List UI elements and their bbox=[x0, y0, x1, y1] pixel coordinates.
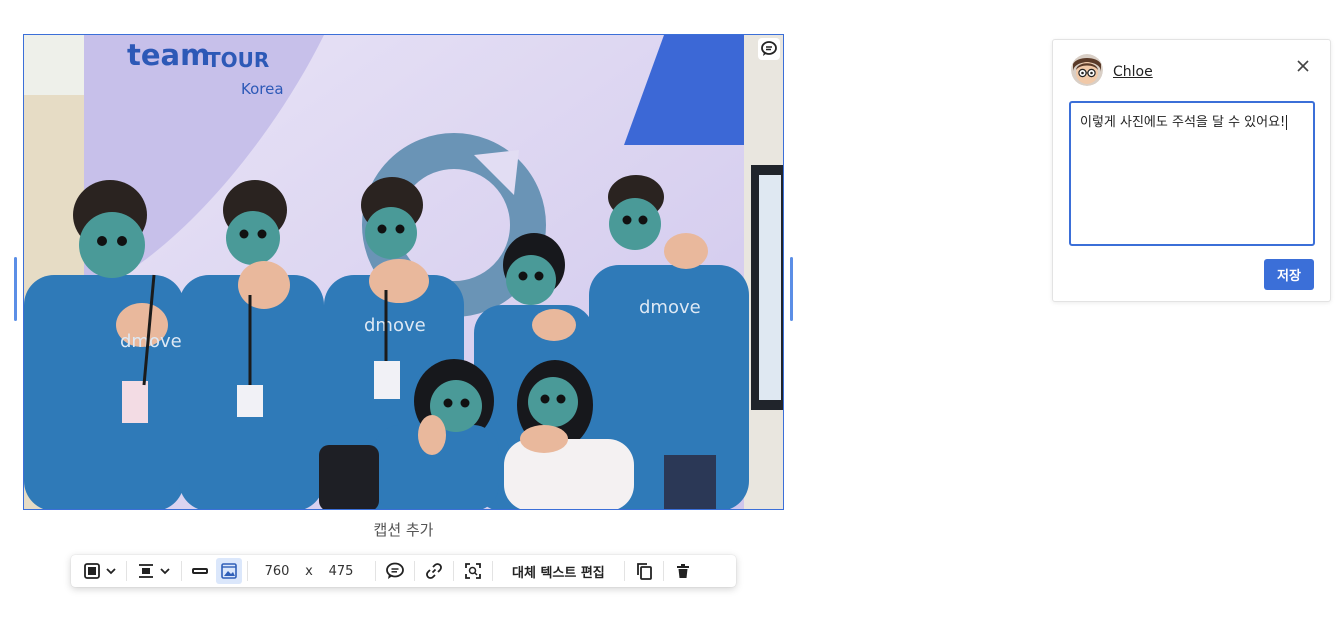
focus-frame-icon bbox=[465, 563, 481, 579]
banner-brand-tour: TOUR bbox=[207, 48, 269, 72]
team-photo: team TOUR Korea dmove dmove dmove bbox=[24, 35, 783, 509]
toolbar-divider bbox=[247, 561, 248, 581]
edit-alt-text-button[interactable]: 대체 텍스트 편집 bbox=[498, 558, 619, 584]
resize-handle-left[interactable] bbox=[14, 257, 17, 321]
block-style-dropdown[interactable] bbox=[77, 558, 121, 584]
close-icon bbox=[1297, 60, 1309, 72]
user-avatar-icon bbox=[1071, 54, 1103, 86]
height-input[interactable]: 475 bbox=[317, 564, 365, 579]
width-input[interactable]: 760 bbox=[253, 564, 301, 579]
inline-size-button[interactable] bbox=[187, 558, 213, 584]
comment-text: 이렇게 사진에도 주석을 달 수 있어요! bbox=[1080, 115, 1286, 130]
delete-button[interactable] bbox=[669, 558, 697, 584]
toolbar-divider bbox=[414, 561, 415, 581]
toolbar-divider bbox=[662, 561, 664, 581]
shirt-text: dmove bbox=[639, 297, 701, 318]
resize-handle-right[interactable] bbox=[790, 257, 793, 321]
caption-placeholder[interactable]: 캡션 추가 bbox=[23, 519, 784, 540]
selected-image[interactable]: team TOUR Korea dmove dmove dmove bbox=[23, 34, 784, 510]
toolbar-divider bbox=[623, 561, 625, 581]
shirt-text: dmove bbox=[364, 315, 426, 336]
comment-textarea[interactable]: 이렇게 사진에도 주석을 달 수 있어요! bbox=[1069, 101, 1315, 246]
toolbar-divider bbox=[375, 561, 376, 581]
toolbar-divider bbox=[453, 561, 454, 581]
link-icon bbox=[426, 563, 442, 579]
comment-icon bbox=[386, 562, 404, 579]
shirt-text: dmove bbox=[120, 331, 182, 352]
comment-panel: Chloe 이렇게 사진에도 주석을 달 수 있어요! 저장 bbox=[1052, 39, 1331, 302]
add-comment-button[interactable] bbox=[381, 558, 409, 584]
banner-brand-team: team bbox=[127, 38, 210, 72]
image-toolbar: 760 x 475 대체 텍스트 편집 bbox=[71, 555, 736, 587]
toolbar-divider bbox=[126, 561, 127, 581]
fullscreen-button[interactable] bbox=[459, 558, 487, 584]
alignment-dropdown[interactable] bbox=[132, 558, 176, 584]
align-center-icon bbox=[139, 564, 170, 578]
trash-icon bbox=[676, 564, 689, 578]
image-icon bbox=[221, 563, 237, 579]
comment-username[interactable]: Chloe bbox=[1113, 64, 1153, 80]
close-comment-button[interactable] bbox=[1293, 56, 1313, 76]
comment-icon bbox=[761, 41, 777, 56]
banner-brand-country: Korea bbox=[241, 80, 284, 98]
image-comment-marker[interactable] bbox=[758, 38, 780, 60]
text-caret bbox=[1286, 115, 1288, 130]
block-style-icon bbox=[84, 563, 116, 579]
avatar bbox=[1071, 54, 1103, 86]
original-size-button[interactable] bbox=[216, 558, 242, 584]
link-button[interactable] bbox=[420, 558, 448, 584]
inline-image-icon bbox=[192, 568, 208, 574]
duplicate-button[interactable] bbox=[630, 558, 658, 584]
dimension-separator: x bbox=[305, 563, 313, 579]
copy-icon bbox=[636, 563, 652, 580]
save-comment-button[interactable]: 저장 bbox=[1264, 259, 1314, 290]
toolbar-divider bbox=[492, 561, 493, 581]
toolbar-divider bbox=[181, 561, 182, 581]
